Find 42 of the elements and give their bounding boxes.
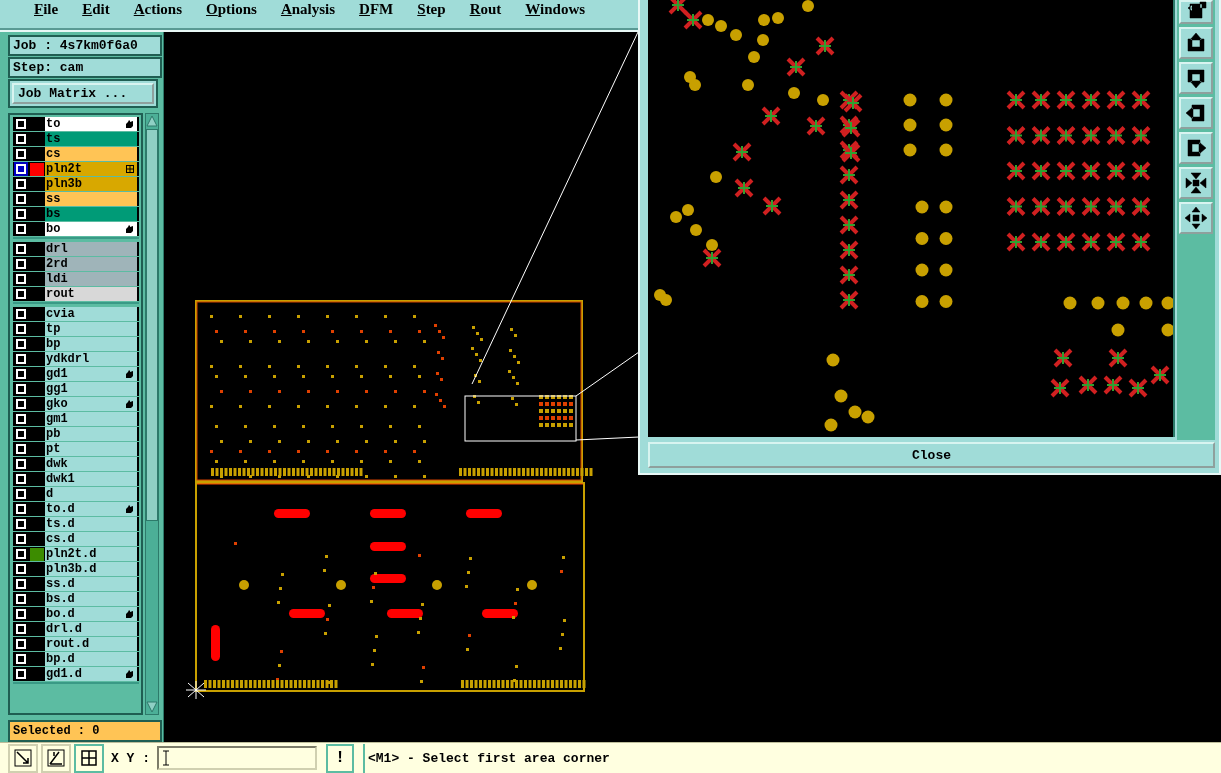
status-message: <M1> - Select first area corner	[363, 743, 610, 773]
layer-label: tp	[46, 322, 61, 336]
layer-label: ldi	[46, 272, 68, 286]
layer-label: cvia	[46, 307, 75, 321]
layer-label: dwk	[46, 457, 68, 471]
layer-label: pt	[46, 442, 61, 456]
layer-label: ss	[46, 192, 61, 206]
layer-label: ydkdrl	[46, 352, 90, 366]
layer-label: bs.d	[46, 592, 75, 606]
layer-label: bo.d	[46, 607, 75, 621]
layer-label: bp	[46, 337, 61, 351]
layer-label: gd1	[46, 367, 68, 381]
job-label: Job : 4s7km0f6a0	[8, 35, 162, 56]
layer-label: bp.d	[46, 652, 75, 666]
layer-label: cs.d	[46, 532, 75, 546]
layer-label: to.d	[46, 502, 75, 516]
layer-label: rout.d	[46, 637, 90, 651]
layer-label: gd1.d	[46, 667, 82, 681]
layer-label: ts	[46, 132, 61, 146]
layer-label: gko	[46, 397, 68, 411]
layer-label: 2rd	[46, 257, 68, 271]
step-label: Step: cam	[8, 57, 162, 78]
layer-label: cs	[46, 147, 61, 161]
layer-label: gm1	[46, 412, 68, 426]
layer-label: pb	[46, 427, 61, 441]
layer-label: pln3b.d	[46, 562, 97, 576]
layer-label: gg1	[46, 382, 68, 396]
layer-label: pln2t	[46, 162, 82, 176]
layer-label: drl.d	[46, 622, 82, 636]
layer-label: pln2t.d	[46, 547, 97, 561]
selected-count: Selected : 0	[8, 720, 162, 742]
coordinates-label: X Y :	[111, 750, 150, 766]
layer-label: drl	[46, 242, 68, 256]
layer-label: pln3b	[46, 177, 82, 191]
layer-label: bs	[46, 207, 61, 221]
layer-label: ts.d	[46, 517, 75, 531]
layer-label: ss.d	[46, 577, 75, 591]
layer-label: to	[46, 117, 61, 131]
layer-label: d	[46, 487, 54, 501]
layer-label: rout	[46, 287, 75, 301]
layer-label: dwk1	[46, 472, 75, 486]
layer-label: bo	[46, 222, 61, 236]
